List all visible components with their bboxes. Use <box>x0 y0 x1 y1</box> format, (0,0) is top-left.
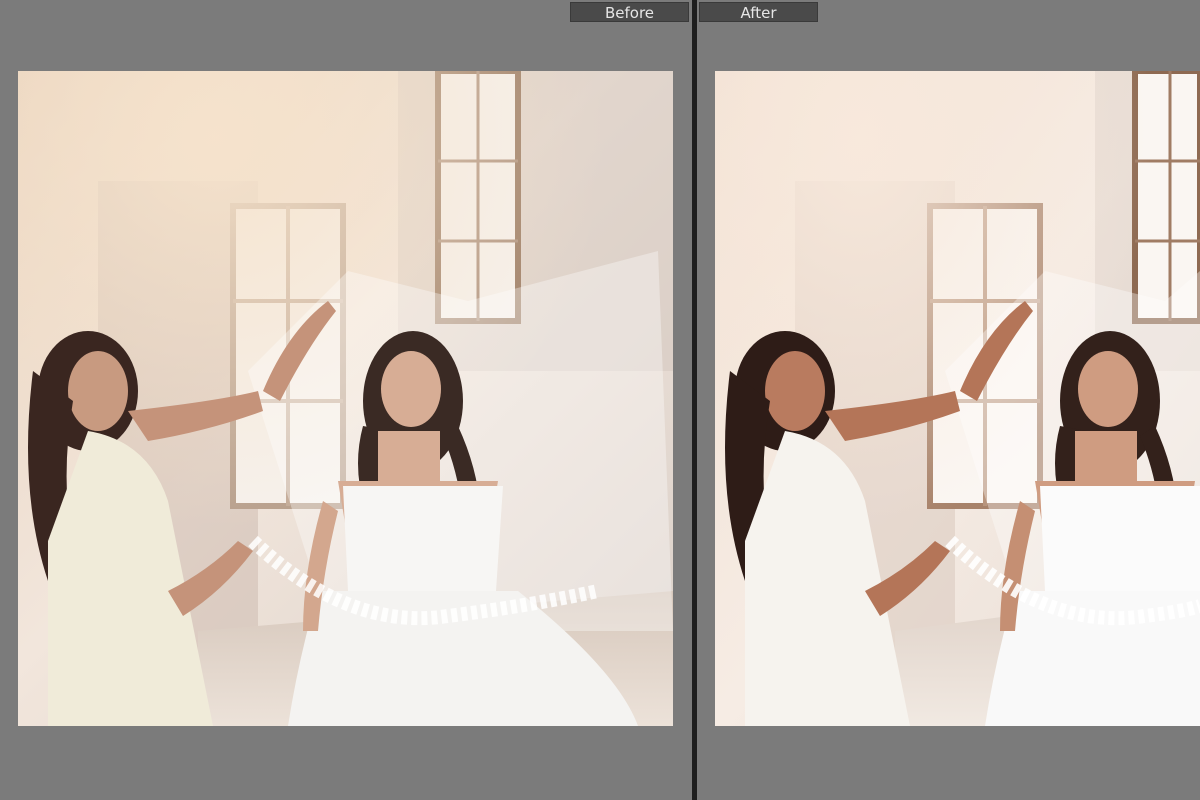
before-photo-image <box>18 71 673 726</box>
after-photo-image <box>715 71 1200 726</box>
before-photo[interactable] <box>18 71 673 726</box>
after-label: After <box>699 2 818 22</box>
before-after-compare-view: Before After <box>0 0 1200 800</box>
before-label: Before <box>570 2 689 22</box>
before-pane: Before <box>0 0 692 800</box>
after-pane: After <box>697 0 1200 800</box>
after-photo[interactable] <box>715 71 1200 726</box>
